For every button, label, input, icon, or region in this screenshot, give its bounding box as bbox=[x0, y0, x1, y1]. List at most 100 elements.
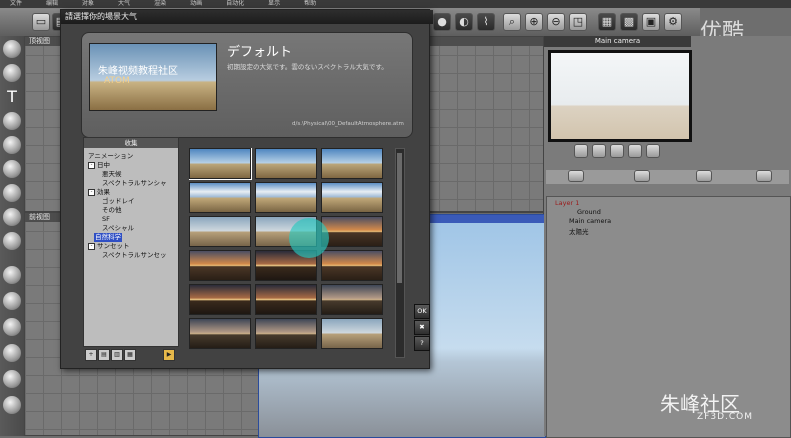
camera-controls bbox=[574, 144, 664, 162]
preset-thumbnail[interactable] bbox=[189, 182, 251, 213]
zoom-in-icon[interactable]: ⊕ bbox=[525, 13, 543, 31]
tab-materials-icon[interactable] bbox=[634, 170, 650, 182]
zoom-out-icon[interactable]: ⊖ bbox=[547, 13, 565, 31]
ok-button[interactable]: OK bbox=[414, 304, 430, 319]
tree-item[interactable]: スペクトラルサンセッ bbox=[102, 251, 167, 260]
preset-thumbnail[interactable] bbox=[189, 250, 251, 281]
preset-grid bbox=[189, 148, 389, 358]
zoom-icon[interactable]: ⌕ bbox=[503, 13, 521, 31]
cancel-button[interactable]: ✖ bbox=[414, 320, 430, 335]
preset-thumbnail[interactable] bbox=[189, 216, 251, 247]
tab-objects-icon[interactable] bbox=[568, 170, 584, 182]
tree-item[interactable]: ゴッドレイ bbox=[102, 197, 135, 206]
cloud-tool-icon[interactable] bbox=[3, 208, 21, 226]
save-collection-icon[interactable]: ▦ bbox=[124, 349, 136, 361]
text-tool-icon[interactable]: T bbox=[3, 88, 21, 106]
preset-thumbnail[interactable] bbox=[255, 318, 317, 349]
menu-atmosphere[interactable]: 大气 bbox=[118, 0, 130, 8]
terrain-tool-icon[interactable] bbox=[3, 40, 21, 58]
rotate-icon[interactable] bbox=[610, 144, 624, 158]
clapper-icon[interactable]: ▩ bbox=[620, 13, 638, 31]
preset-description: 初期設定の大気です。雲のないスペクトラル大気です。 bbox=[227, 63, 388, 71]
metaball-tool-icon[interactable] bbox=[3, 318, 21, 336]
menu-file[interactable]: 文件 bbox=[10, 0, 22, 8]
scene-item-camera[interactable]: Main camera bbox=[569, 217, 611, 225]
light-tool-icon[interactable] bbox=[3, 232, 21, 250]
tree-item[interactable]: - 効果 bbox=[88, 188, 110, 197]
fit-view-icon[interactable]: ◳ bbox=[569, 13, 587, 31]
zoom-camera-icon[interactable] bbox=[646, 144, 660, 158]
preset-thumbnail[interactable] bbox=[321, 216, 383, 247]
preset-thumbnail[interactable] bbox=[189, 284, 251, 315]
tree-item-selected[interactable]: 自然科学 bbox=[94, 233, 122, 242]
menu-help[interactable]: 帮助 bbox=[304, 0, 316, 8]
water-tool-icon[interactable] bbox=[3, 396, 21, 414]
preset-thumbnail[interactable] bbox=[189, 148, 252, 180]
menu-display[interactable]: 显示 bbox=[268, 0, 280, 8]
figure-tool-icon[interactable] bbox=[3, 370, 21, 388]
scene-item-layer[interactable]: Layer 1 bbox=[555, 199, 579, 207]
tree-item[interactable]: スペクトラルサンシャ bbox=[102, 179, 167, 188]
mountain-tool-icon[interactable] bbox=[3, 112, 21, 130]
copy-collection-icon[interactable]: ▤ bbox=[98, 349, 110, 361]
preset-thumbnail[interactable] bbox=[255, 148, 317, 179]
new-collection-icon[interactable]: + bbox=[85, 349, 97, 361]
collection-tree[interactable]: 收集 アニメーション - 日中 悪天候 スペクトラルサンシャ - 効果 ゴッドレイ … bbox=[83, 137, 179, 347]
tab-layers-icon[interactable] bbox=[696, 170, 712, 182]
collapse-icon[interactable]: - bbox=[88, 188, 95, 196]
orbit-icon[interactable] bbox=[628, 144, 642, 158]
collapse-icon[interactable]: - bbox=[88, 161, 95, 169]
tab-links-icon[interactable] bbox=[756, 170, 772, 182]
plant-tool-icon[interactable] bbox=[3, 160, 21, 178]
tree-item[interactable]: - 日中 bbox=[88, 161, 110, 170]
path-icon[interactable]: ⌇ bbox=[477, 13, 495, 31]
tree-item[interactable]: - サンセット bbox=[88, 242, 130, 251]
preset-thumbnail[interactable] bbox=[255, 182, 317, 213]
rock-tool-icon[interactable] bbox=[3, 136, 21, 154]
pipe-tool-icon[interactable] bbox=[3, 344, 21, 362]
hand-icon[interactable] bbox=[574, 144, 588, 158]
tree-item[interactable]: SF bbox=[102, 215, 110, 224]
preset-thumbnail[interactable] bbox=[189, 318, 251, 349]
gear-icon[interactable]: ⚙ bbox=[664, 13, 682, 31]
preset-thumbnail[interactable] bbox=[321, 284, 383, 315]
thumbnail-overlay-text: 朱峰视频教程社区 bbox=[98, 66, 178, 77]
menu-object[interactable]: 对象 bbox=[82, 0, 94, 8]
sphere-tool-icon[interactable] bbox=[3, 64, 21, 82]
help-button[interactable]: ? bbox=[414, 336, 430, 351]
window-icon[interactable]: ▣ bbox=[642, 13, 660, 31]
new-file-icon[interactable]: ▭ bbox=[32, 13, 50, 31]
scene-item-ground[interactable]: Ground bbox=[577, 208, 601, 216]
tree-item[interactable]: スペシャル bbox=[102, 224, 134, 233]
menu-animation[interactable]: 动画 bbox=[190, 0, 202, 8]
menu-render[interactable]: 渲染 bbox=[154, 0, 166, 8]
camera-icon[interactable]: ◐ bbox=[455, 13, 473, 31]
scene-item-sun[interactable]: 太陽光 bbox=[569, 226, 589, 236]
scrollbar-thumb[interactable] bbox=[397, 153, 402, 283]
preset-thumbnail[interactable] bbox=[255, 284, 317, 315]
preset-thumbnail[interactable] bbox=[321, 148, 383, 179]
tree-item[interactable]: その他 bbox=[102, 206, 122, 215]
preset-thumbnail[interactable] bbox=[321, 250, 383, 281]
object-tool-icon[interactable] bbox=[3, 292, 21, 310]
tree-item[interactable]: アニメーション bbox=[88, 152, 133, 161]
preview-panel: 朱峰视频教程社区 ATOM デフォルト 初期設定の大気です。雲のないスペクトラル… bbox=[81, 32, 413, 138]
render-icon[interactable]: ▦ bbox=[598, 13, 616, 31]
brand-domain: ZF3D.COM bbox=[697, 412, 753, 422]
menu-edit[interactable]: 编辑 bbox=[46, 0, 58, 8]
tree-buttons: + ▤ ▥ ▦ ▶ bbox=[83, 349, 177, 361]
cube-tool-icon[interactable] bbox=[3, 266, 21, 284]
camera-selector[interactable]: Main camera bbox=[544, 36, 691, 47]
move-icon[interactable] bbox=[592, 144, 606, 158]
render-sphere-icon[interactable]: ● bbox=[433, 13, 451, 31]
preset-thumbnail[interactable] bbox=[321, 182, 383, 213]
menu-automation[interactable]: 自动化 bbox=[226, 0, 244, 8]
stone-tool-icon[interactable] bbox=[3, 184, 21, 202]
preset-thumbnail[interactable] bbox=[321, 318, 383, 349]
tree-item[interactable]: 悪天候 bbox=[102, 170, 122, 179]
preset-scrollbar[interactable] bbox=[395, 148, 405, 358]
import-icon[interactable]: ▶ bbox=[163, 349, 175, 361]
delete-collection-icon[interactable]: ▥ bbox=[111, 349, 123, 361]
collapse-icon[interactable]: - bbox=[88, 242, 95, 250]
thumbnail-overlay-sub: ATOM bbox=[104, 76, 130, 86]
